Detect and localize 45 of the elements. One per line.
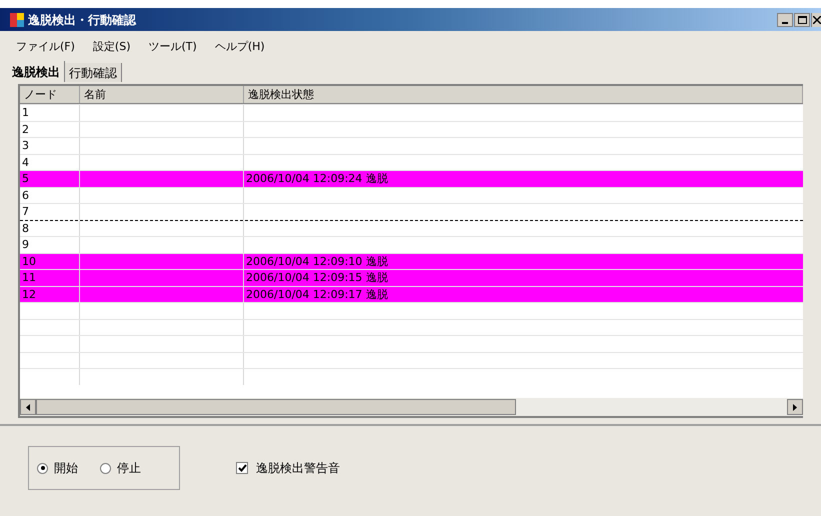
table-row[interactable]: 9 [20,236,803,252]
maximize-button[interactable] [794,12,810,26]
left-arrow-icon [26,404,30,410]
table-cell-text: 2006/10/04 12:09:24 逸脱 [245,171,389,186]
column-header[interactable]: 逸脱検出状態 [244,86,803,103]
table-cell-text: 2006/10/04 12:09:15 逸脱 [245,270,389,286]
radio-button[interactable] [100,462,111,474]
table-row[interactable]: 10 2006/10/04 12:09:10 逸脱 [20,252,803,269]
window-title: 逸脱検出・行動確認 [28,12,136,28]
table-row[interactable]: 5 2006/10/04 12:09:24 逸脱 [20,170,803,186]
horizontal-scrollbar[interactable] [20,398,803,416]
scroll-right-button[interactable] [787,399,803,415]
minimize-button[interactable] [777,12,793,26]
table-row[interactable]: 12 2006/10/04 12:09:17 逸脱 [20,286,803,302]
scroll-thumb[interactable] [36,399,516,415]
tab[interactable]: 行動確認 [65,63,122,82]
table-row[interactable]: 7 [20,203,803,220]
table-row[interactable]: 1 [20,104,803,120]
menu-item[interactable]: ツール(T) [148,38,197,56]
menu-item[interactable]: 設定(S) [92,38,130,56]
table-cell-text: 2006/10/04 12:09:17 逸脱 [245,286,389,302]
table-row[interactable]: 6 [20,186,803,203]
app-icon [10,12,24,26]
minimize-icon [782,22,788,24]
maximize-icon [798,16,806,24]
checkbox-label: 逸脱検出警告音 [256,460,340,477]
table-row[interactable]: 3 [20,137,803,154]
table-row[interactable]: 8 [20,220,803,236]
scroll-left-button[interactable] [20,399,36,415]
radio-button[interactable] [37,462,48,474]
close-icon [813,16,821,24]
menu-item[interactable]: ヘルプ(H) [214,38,265,56]
right-arrow-icon [793,404,797,410]
column-header[interactable]: 名前 [80,86,244,103]
close-button[interactable] [811,12,821,26]
radio-label: 停止 [117,460,141,477]
table-cell-text: 2006/10/04 12:09:10 逸脱 [245,254,389,269]
menu-item[interactable]: ファイル(F) [16,38,75,56]
radio-label: 開始 [54,460,78,477]
table-row[interactable]: 2 [20,120,803,137]
table-cell: 12 [20,286,80,302]
table-row[interactable]: 11 2006/10/04 12:09:15 逸脱 [20,269,803,286]
checkbox[interactable] [236,462,248,474]
column-header[interactable]: ノード [20,86,80,103]
table-row[interactable]: 4 [20,154,803,170]
